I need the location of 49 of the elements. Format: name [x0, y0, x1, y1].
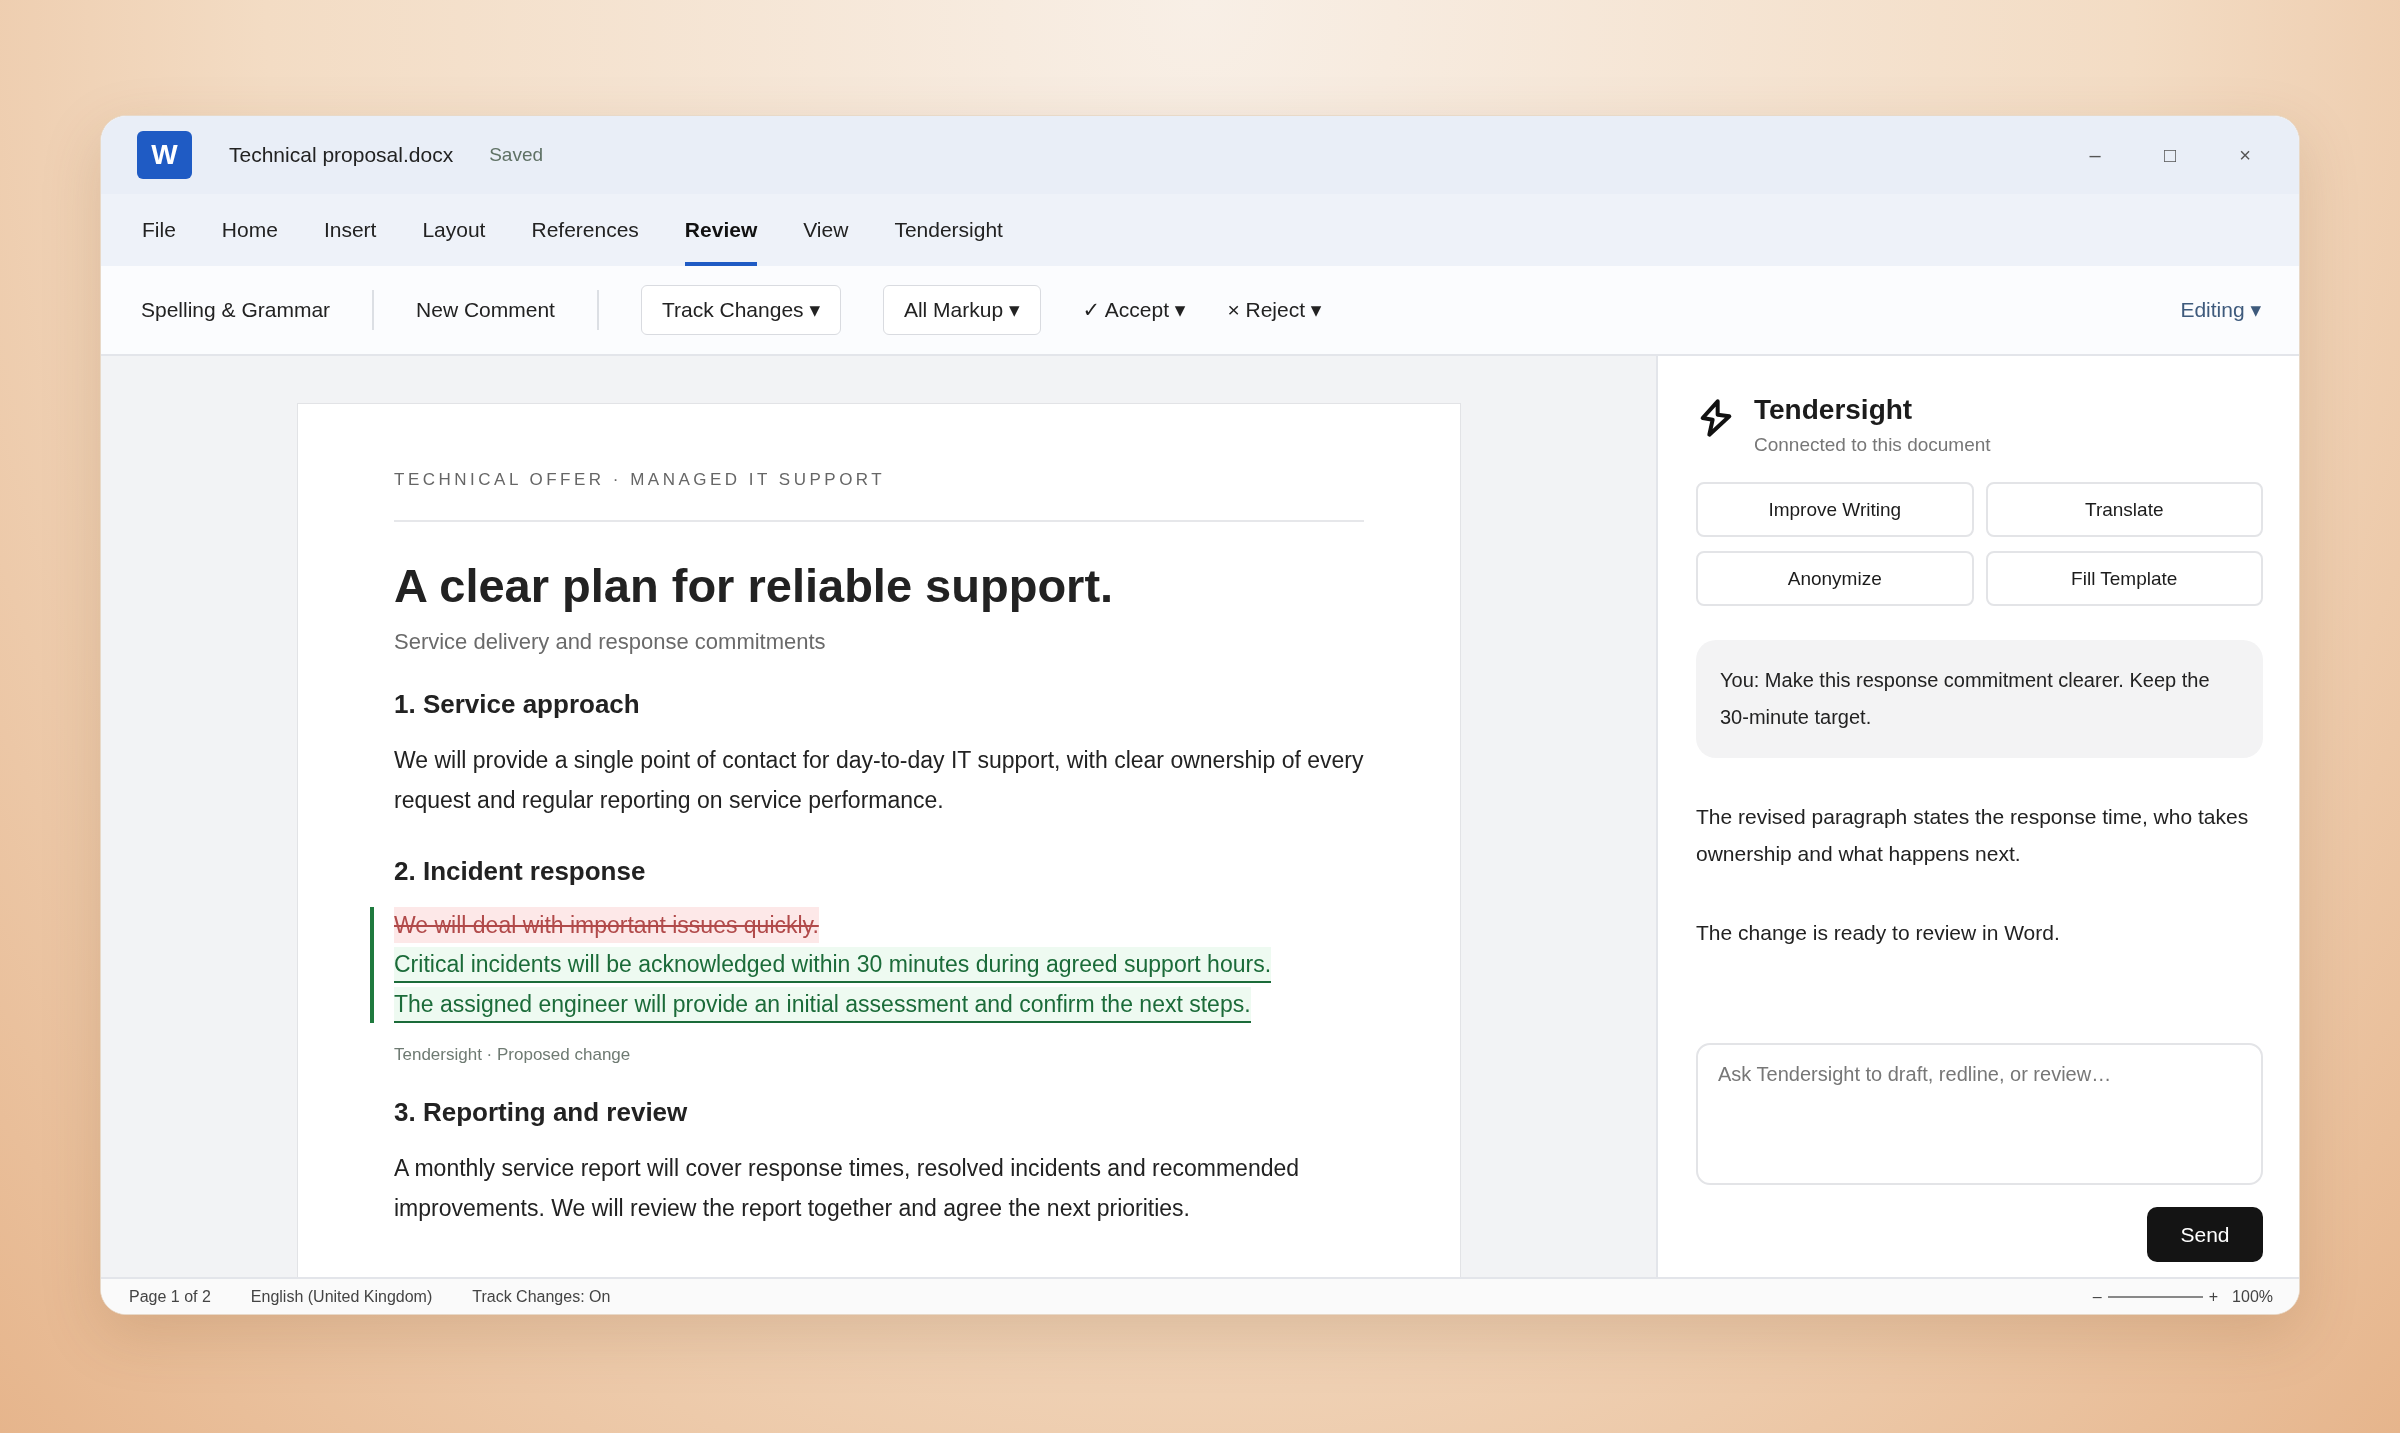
user-message: You: Make this response commitment clearer. Keep the 30-minute target.	[1696, 640, 2263, 758]
document-title: A clear plan for reliable support.	[394, 558, 1115, 613]
assistant-message: The change is ready to review in Word.	[1696, 920, 2061, 946]
send-button[interactable]: Send	[2147, 1207, 2263, 1262]
toolbar-button[interactable]: New Comment	[416, 298, 555, 322]
maximize-button[interactable]: □	[2152, 143, 2188, 167]
assistant-name: Tendersight	[1754, 394, 1914, 426]
status-text: Track Changes: On	[472, 1287, 611, 1306]
section-heading: 1. Service approach	[394, 689, 641, 720]
action-button[interactable]: Translate	[1985, 482, 2263, 537]
action-button[interactable]: Improve Writing	[1696, 482, 1974, 537]
ribbon-tab[interactable]: Home	[221, 194, 278, 266]
dropdown-button[interactable]: All Markup ▾	[882, 285, 1041, 335]
ribbon-tab[interactable]: File	[142, 194, 176, 266]
ribbon-tab[interactable]: Insert	[323, 194, 377, 266]
zoom-in-button[interactable]: +	[2208, 1287, 2219, 1306]
connection-status: Connected to this document	[1754, 434, 1991, 456]
toolbar-button[interactable]: × Reject ▾	[1227, 298, 1322, 322]
change-note: Tendersight · Proposed change	[394, 1045, 632, 1065]
paragraph: We will provide a single point of contact for day-to-day IT support, with clear ownership of every request and regular reporting on service performance.	[394, 746, 1364, 815]
zoom-level: 100%	[2232, 1287, 2273, 1306]
deleted-text: We will deal with important issues quickly.	[394, 907, 819, 943]
zoom-out-button[interactable]: –	[2092, 1287, 2102, 1306]
save-status: Saved	[489, 144, 543, 166]
ribbon-tab[interactable]: Layout	[422, 194, 486, 266]
toolbar-button[interactable]: ✓ Accept ▾	[1082, 298, 1186, 322]
dropdown-button[interactable]: Track Changes ▾	[640, 285, 841, 335]
mode-dropdown[interactable]: Editing ▾	[2180, 298, 2261, 322]
app-icon: W	[137, 131, 192, 179]
document-eyebrow: TECHNICAL OFFER · MANAGED IT SUPPORT	[394, 470, 1364, 522]
inserted-text: Critical incidents will be acknowledged within 30 minutes during agreed support hours.	[394, 947, 1272, 983]
ribbon-tab[interactable]: View	[803, 194, 849, 266]
inserted-text: The assigned engineer will provide an initial assessment and confirm the next steps.	[394, 987, 1251, 1023]
action-button[interactable]: Fill Template	[1985, 551, 2263, 606]
window-title: Technical proposal.docx	[229, 143, 454, 167]
prompt-field[interactable]: Ask Tendersight to draft, redline, or review…	[1696, 1043, 2263, 1185]
status-text: Page 1 of 2	[129, 1287, 211, 1306]
section-heading: 2. Incident response	[394, 856, 647, 887]
document-subtitle: Service delivery and response commitments	[394, 629, 827, 655]
section-heading: 3. Reporting and review	[394, 1097, 689, 1128]
paragraph: A monthly service report will cover response times, resolved incidents and recommended improvements. We will review the report together and agree the next priorities.	[394, 1154, 1301, 1223]
ribbon-tab[interactable]: References	[531, 194, 639, 266]
ribbon-tab[interactable]: Tendersight	[894, 194, 1003, 266]
minimize-button[interactable]: –	[2077, 143, 2113, 167]
status-text: English (United Kingdom)	[250, 1287, 433, 1306]
action-button[interactable]: Anonymize	[1696, 551, 1974, 606]
toolbar-button[interactable]: Spelling & Grammar	[141, 298, 331, 322]
assistant-message: The revised paragraph states the response time, who takes ownership and what happens next.	[1696, 804, 2250, 867]
close-button[interactable]: ×	[2227, 143, 2263, 167]
